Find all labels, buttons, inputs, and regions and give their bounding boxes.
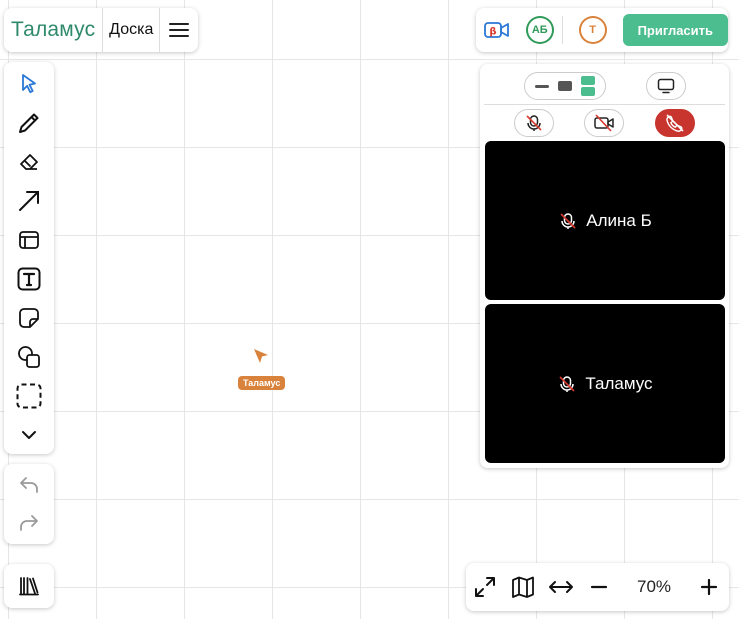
remote-cursor-label: Таламус bbox=[238, 376, 286, 390]
expand-icon bbox=[475, 577, 495, 597]
plus-icon bbox=[700, 578, 718, 596]
chevron-down-icon bbox=[22, 430, 36, 439]
library-toolbar bbox=[4, 564, 54, 608]
selection-area-icon bbox=[16, 383, 42, 409]
board-header: Таламус Доска bbox=[4, 8, 198, 52]
pencil-icon bbox=[19, 113, 39, 134]
layout-switcher[interactable] bbox=[524, 72, 606, 100]
layout-stacked-icon[interactable] bbox=[580, 76, 595, 96]
toggle-mic-button[interactable] bbox=[514, 109, 554, 137]
fullscreen-button[interactable] bbox=[466, 567, 504, 607]
frame-icon bbox=[19, 231, 39, 249]
tools-toolbar bbox=[4, 62, 54, 454]
layout-bottom-icon[interactable] bbox=[535, 83, 550, 89]
minus-icon bbox=[590, 585, 608, 589]
arrow-icon bbox=[19, 191, 39, 212]
select-pointer-icon bbox=[22, 74, 36, 94]
camera-off-icon bbox=[594, 114, 614, 132]
eraser-tool-button[interactable] bbox=[9, 143, 49, 182]
mic-off-icon bbox=[560, 212, 576, 229]
horizontal-arrows-icon bbox=[549, 581, 573, 593]
beta-label: β bbox=[489, 27, 496, 38]
zoom-level[interactable]: 70% bbox=[618, 577, 690, 597]
library-button[interactable] bbox=[9, 567, 49, 606]
eraser-icon bbox=[20, 154, 38, 171]
video-tile[interactable]: Таламус bbox=[485, 304, 725, 463]
arrow-tool-button[interactable] bbox=[9, 182, 49, 221]
more-tools-button[interactable] bbox=[9, 415, 49, 454]
library-books-icon bbox=[19, 577, 39, 596]
text-tool-button[interactable] bbox=[9, 260, 49, 299]
zoom-out-button[interactable] bbox=[580, 567, 618, 607]
zoom-in-button[interactable] bbox=[690, 567, 728, 607]
hang-up-button[interactable] bbox=[655, 109, 695, 137]
layout-small-icon[interactable] bbox=[557, 80, 572, 92]
minimap-button[interactable] bbox=[504, 567, 542, 607]
undo-button[interactable] bbox=[9, 468, 49, 502]
hamburger-icon bbox=[169, 23, 190, 37]
video-call-panel: Алина Б Таламус bbox=[480, 64, 729, 468]
select-tool-button[interactable] bbox=[9, 65, 49, 104]
sticky-note-icon bbox=[19, 307, 39, 328]
shapes-tool-button[interactable] bbox=[9, 337, 49, 376]
map-icon bbox=[512, 576, 534, 598]
text-icon bbox=[17, 267, 41, 291]
video-tile[interactable]: Алина Б bbox=[485, 141, 725, 300]
divider bbox=[484, 104, 725, 105]
phone-hangup-icon bbox=[666, 114, 684, 132]
screen-share-button[interactable] bbox=[646, 72, 686, 100]
mic-off-icon bbox=[526, 115, 542, 131]
toggle-camera-button[interactable] bbox=[584, 109, 624, 137]
undo-icon bbox=[20, 477, 38, 493]
mic-off-icon bbox=[559, 375, 575, 392]
shapes-icon bbox=[18, 345, 40, 368]
monitor-icon bbox=[657, 78, 675, 94]
sticky-note-tool-button[interactable] bbox=[9, 298, 49, 337]
avatar-ab[interactable]: АБ bbox=[525, 16, 554, 44]
participants-bar: β АБ Т Пригласить bbox=[476, 8, 729, 52]
zoom-toolbar: 70% bbox=[466, 563, 729, 611]
divider bbox=[561, 16, 563, 44]
invite-button[interactable]: Пригласить bbox=[622, 14, 729, 46]
participant-name: Алина Б bbox=[586, 210, 652, 230]
app-logo[interactable]: Таламус bbox=[4, 18, 102, 42]
hamburger-menu-button[interactable] bbox=[160, 8, 198, 52]
board-title[interactable]: Доска bbox=[102, 8, 161, 52]
area-select-tool-button[interactable] bbox=[9, 376, 49, 415]
redo-icon bbox=[20, 515, 38, 531]
beta-camera-icon: β bbox=[484, 22, 509, 38]
avatar-t[interactable]: Т bbox=[578, 16, 607, 44]
history-toolbar bbox=[4, 464, 54, 544]
frame-tool-button[interactable] bbox=[9, 221, 49, 260]
pencil-tool-button[interactable] bbox=[9, 104, 49, 143]
fit-width-button[interactable] bbox=[542, 567, 580, 607]
remote-cursor-icon bbox=[254, 349, 268, 363]
redo-button[interactable] bbox=[9, 506, 49, 540]
beta-video-button[interactable]: β bbox=[482, 15, 512, 45]
participant-name: Таламус bbox=[585, 373, 653, 393]
